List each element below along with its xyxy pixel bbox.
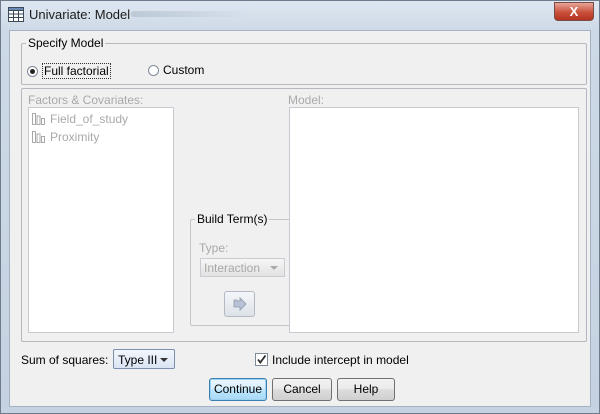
title-bar[interactable]: Univariate: Model X [1, 1, 599, 29]
sum-of-squares-text: Sum of squares: [21, 353, 109, 367]
table-grid-icon [8, 7, 24, 22]
help-button[interactable]: Help [337, 378, 395, 401]
list-item[interactable]: Field_of_study [32, 112, 128, 126]
type-dropdown[interactable]: Interaction [200, 258, 285, 277]
help-label: Help [353, 382, 379, 396]
close-button[interactable]: X [554, 2, 594, 21]
chevron-down-icon [270, 266, 278, 270]
close-icon: X [569, 4, 579, 19]
sum-of-squares-dropdown[interactable]: Type III [113, 349, 175, 369]
build-terms-group: Build Term(s) Type: Interaction [190, 212, 292, 326]
model-terms-group: Factors & Covariates: Field_of_study Pro… [21, 88, 587, 342]
include-intercept-checkbox[interactable] [255, 353, 268, 366]
radio-unselected-icon [148, 64, 159, 76]
include-intercept-label: Include intercept in model [272, 353, 409, 367]
sum-of-squares-value: Type III [118, 353, 158, 367]
window-title: Univariate: Model [29, 7, 131, 22]
variable-name: Proximity [50, 130, 100, 144]
cancel-label: Cancel [283, 382, 321, 396]
variable-name: Field_of_study [50, 112, 129, 126]
custom-label: Custom [163, 63, 205, 77]
cancel-button[interactable]: Cancel [272, 378, 332, 401]
factors-covariates-list[interactable]: Field_of_study Proximity [28, 107, 174, 333]
type-dropdown-value: Interaction [204, 261, 261, 275]
dialog-body: Specify Model Full factorial Custom Fact… [9, 30, 591, 407]
model-label: Model: [288, 93, 325, 107]
full-factorial-radio[interactable]: Full factorial [27, 63, 111, 79]
build-terms-legend: Build Term(s) [195, 212, 270, 226]
specify-model-legend: Specify Model [26, 36, 106, 50]
dialog-window: Univariate: Model X Specify Model Full f… [0, 0, 600, 414]
nominal-variable-icon [32, 131, 45, 143]
sum-of-squares-label: Sum of squares: [21, 353, 108, 367]
move-term-button[interactable] [224, 291, 255, 317]
continue-button[interactable]: Continue [209, 378, 267, 401]
full-factorial-label: Full factorial [42, 63, 111, 79]
continue-label: Continue [213, 382, 263, 396]
model-list[interactable] [289, 107, 579, 333]
checkmark-icon [257, 354, 267, 364]
right-arrow-icon [233, 297, 247, 311]
custom-radio[interactable]: Custom [148, 63, 204, 77]
list-item[interactable]: Proximity [32, 130, 99, 144]
chevron-down-icon [160, 358, 168, 362]
radio-selected-icon [27, 65, 38, 77]
title-blur [131, 11, 251, 17]
factors-covariates-label: Factors & Covariates: [28, 93, 144, 107]
type-label: Type: [199, 241, 229, 255]
specify-model-group: Specify Model Full factorial Custom [21, 36, 587, 85]
nominal-variable-icon [32, 113, 45, 125]
